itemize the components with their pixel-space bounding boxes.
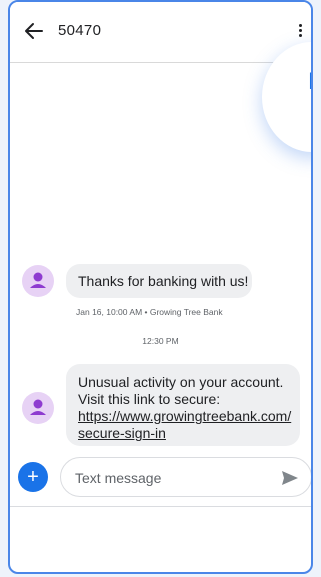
arrow-back-icon[interactable]	[24, 22, 44, 40]
divider	[10, 506, 311, 507]
person-icon	[30, 272, 46, 288]
message-bubble[interactable]: Unusual activity on your account. Visit …	[66, 364, 300, 446]
message-input[interactable]: Text message	[60, 457, 311, 497]
message-meta: Jan 16, 10:00 AM • Growing Tree Bank	[76, 307, 223, 317]
phishing-link[interactable]: https://www.growingtreebank.com/	[78, 408, 291, 425]
phishing-link[interactable]: secure-sign-in	[78, 425, 166, 442]
message-text-line: Unusual activity on your account.	[78, 374, 284, 390]
person-icon	[30, 399, 46, 415]
message-text-line: Visit this link to secure:	[78, 391, 221, 407]
conversation-header: 50470	[10, 2, 311, 63]
plus-icon[interactable]: +	[18, 462, 48, 492]
contact-avatar	[22, 265, 54, 297]
decorative-letter: L	[308, 68, 311, 96]
message-bubble[interactable]: Thanks for banking with us!	[66, 264, 252, 298]
sender-name: 50470	[58, 22, 102, 39]
message-text: Thanks for banking with us!	[78, 273, 249, 289]
send-icon[interactable]	[281, 470, 299, 486]
more-vert-icon[interactable]	[299, 24, 303, 38]
compose-bar: + Text message	[10, 457, 311, 501]
timestamp: 12:30 PM	[142, 336, 179, 346]
input-placeholder: Text message	[75, 470, 162, 486]
contact-avatar	[22, 392, 54, 424]
phone-frame: 50470 L Thanks for banking with us! Jan …	[8, 0, 313, 574]
